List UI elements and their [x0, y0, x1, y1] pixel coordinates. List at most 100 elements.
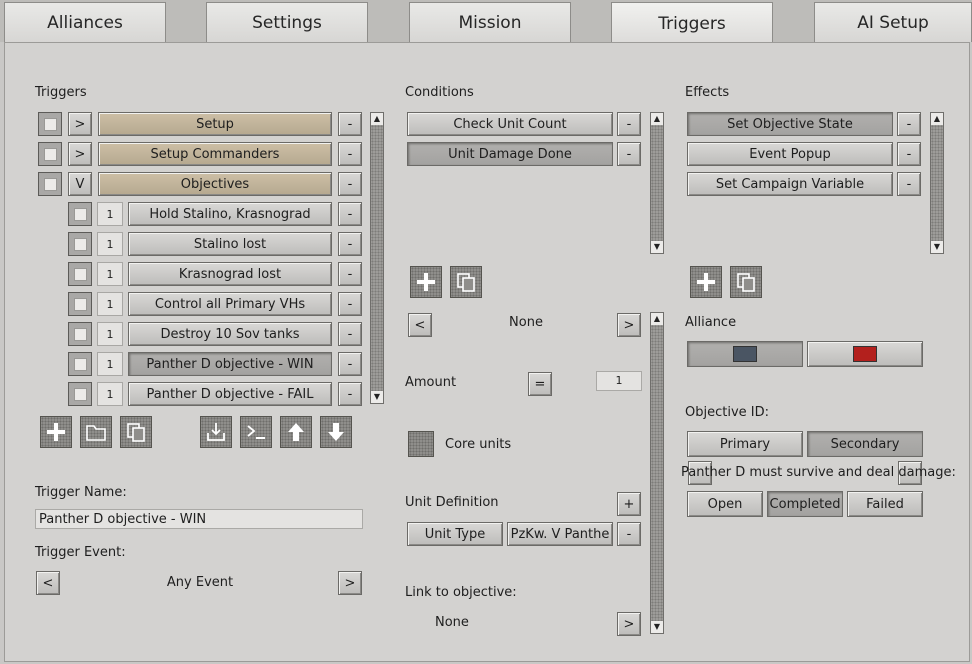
- alliance-axis-button[interactable]: [687, 341, 803, 367]
- condition-details-scrollbar[interactable]: ▲ ▼: [650, 312, 664, 634]
- move-up-button[interactable]: [280, 416, 312, 448]
- unit-type-button[interactable]: Unit Type: [407, 522, 503, 546]
- effect-item[interactable]: Set Campaign Variable: [687, 172, 893, 196]
- effects-scrollbar[interactable]: ▲ ▼: [930, 112, 944, 254]
- arrow-up-icon: [288, 423, 304, 441]
- remove-effect-button[interactable]: -: [897, 142, 921, 166]
- scroll-up-icon[interactable]: ▲: [651, 313, 663, 325]
- trigger-checkbox[interactable]: [38, 142, 62, 166]
- scroll-down-icon[interactable]: ▼: [651, 621, 663, 633]
- trigger-item[interactable]: Stalino lost: [128, 232, 332, 256]
- trigger-folder-objectives[interactable]: Objectives: [98, 172, 332, 196]
- conditions-scrollbar[interactable]: ▲ ▼: [650, 112, 664, 254]
- remove-trigger-button[interactable]: -: [338, 322, 362, 346]
- secondary-objective-button[interactable]: Secondary: [807, 431, 923, 457]
- state-failed-button[interactable]: Failed: [847, 491, 923, 517]
- trigger-item[interactable]: Panther D objective - FAIL: [128, 382, 332, 406]
- link-objective-next-button[interactable]: >: [617, 612, 641, 636]
- remove-trigger-button[interactable]: -: [338, 112, 362, 136]
- remove-trigger-button[interactable]: -: [338, 262, 362, 286]
- trigger-item[interactable]: Hold Stalino, Krasnograd: [128, 202, 332, 226]
- amount-input[interactable]: 1: [596, 371, 642, 391]
- add-unit-definition-button[interactable]: +: [617, 492, 641, 516]
- condition-item-selected[interactable]: Unit Damage Done: [407, 142, 613, 166]
- trigger-item[interactable]: Control all Primary VHs: [128, 292, 332, 316]
- effect-item[interactable]: Event Popup: [687, 142, 893, 166]
- trigger-checkbox[interactable]: [68, 352, 92, 376]
- state-open-button[interactable]: Open: [687, 491, 763, 517]
- tab-mission[interactable]: Mission: [409, 2, 571, 42]
- add-effect-button[interactable]: [690, 266, 722, 298]
- condition-selector-prev-button[interactable]: <: [408, 313, 432, 337]
- remove-trigger-button[interactable]: -: [338, 292, 362, 316]
- primary-objective-button[interactable]: Primary: [687, 431, 803, 457]
- add-condition-button[interactable]: [410, 266, 442, 298]
- trigger-checkbox[interactable]: [68, 322, 92, 346]
- trigger-checkbox[interactable]: [38, 172, 62, 196]
- tab-settings[interactable]: Settings: [206, 2, 368, 42]
- effects-title: Effects: [685, 85, 730, 100]
- remove-trigger-button[interactable]: -: [338, 232, 362, 256]
- terminal-icon: [247, 425, 265, 439]
- state-completed-button[interactable]: Completed: [767, 491, 843, 517]
- trigger-event-label: Trigger Event:: [35, 545, 126, 560]
- scroll-down-icon[interactable]: ▼: [651, 241, 663, 253]
- scroll-down-icon[interactable]: ▼: [371, 391, 383, 403]
- alliance-allies-button[interactable]: [807, 341, 923, 367]
- expand-toggle[interactable]: >: [68, 112, 92, 136]
- plus-icon: [697, 273, 715, 291]
- scroll-up-icon[interactable]: ▲: [651, 113, 663, 125]
- scroll-up-icon[interactable]: ▲: [371, 113, 383, 125]
- tab-ai-setup[interactable]: AI Setup: [814, 2, 972, 42]
- trigger-checkbox[interactable]: [68, 262, 92, 286]
- trigger-checkbox[interactable]: [68, 202, 92, 226]
- trigger-event-prev-button[interactable]: <: [36, 571, 60, 595]
- trigger-item[interactable]: Destroy 10 Sov tanks: [128, 322, 332, 346]
- move-down-button[interactable]: [320, 416, 352, 448]
- remove-trigger-button[interactable]: -: [338, 352, 362, 376]
- trigger-item[interactable]: Krasnograd lost: [128, 262, 332, 286]
- trigger-checkbox[interactable]: [68, 232, 92, 256]
- scroll-up-icon[interactable]: ▲: [931, 113, 943, 125]
- collapse-toggle[interactable]: V: [68, 172, 92, 196]
- trigger-folder-setup-commanders[interactable]: Setup Commanders: [98, 142, 332, 166]
- import-trigger-button[interactable]: [200, 416, 232, 448]
- remove-effect-button[interactable]: -: [897, 112, 921, 136]
- effect-item-selected[interactable]: Set Objective State: [687, 112, 893, 136]
- copy-effect-button[interactable]: [730, 266, 762, 298]
- remove-trigger-button[interactable]: -: [338, 202, 362, 226]
- trigger-checkbox[interactable]: [68, 382, 92, 406]
- remove-condition-button[interactable]: -: [617, 142, 641, 166]
- tab-bar: Alliances Settings Mission Triggers AI S…: [0, 0, 972, 44]
- remove-trigger-button[interactable]: -: [338, 382, 362, 406]
- scroll-down-icon[interactable]: ▼: [931, 241, 943, 253]
- remove-unit-definition-button[interactable]: -: [617, 522, 641, 546]
- core-units-checkbox[interactable]: [408, 431, 434, 457]
- copy-trigger-button[interactable]: [120, 416, 152, 448]
- add-trigger-button[interactable]: [40, 416, 72, 448]
- remove-condition-button[interactable]: -: [617, 112, 641, 136]
- remove-trigger-button[interactable]: -: [338, 172, 362, 196]
- trigger-checkbox[interactable]: [38, 112, 62, 136]
- triggers-title: Triggers: [35, 85, 87, 100]
- trigger-folder-setup[interactable]: Setup: [98, 112, 332, 136]
- tab-triggers[interactable]: Triggers: [611, 2, 773, 44]
- arrow-down-icon: [328, 423, 344, 441]
- unit-type-value[interactable]: PzKw. V Panthe: [507, 522, 613, 546]
- trigger-event-next-button[interactable]: >: [338, 571, 362, 595]
- condition-item[interactable]: Check Unit Count: [407, 112, 613, 136]
- trigger-item-selected[interactable]: Panther D objective - WIN: [128, 352, 332, 376]
- link-objective-value: None: [435, 615, 469, 630]
- trigger-name-input[interactable]: Panther D objective - WIN: [35, 509, 363, 529]
- trigger-checkbox[interactable]: [68, 292, 92, 316]
- amount-operator-button[interactable]: =: [528, 372, 552, 396]
- console-button[interactable]: [240, 416, 272, 448]
- remove-trigger-button[interactable]: -: [338, 142, 362, 166]
- expand-toggle[interactable]: >: [68, 142, 92, 166]
- tab-alliances[interactable]: Alliances: [4, 2, 166, 42]
- add-folder-button[interactable]: [80, 416, 112, 448]
- copy-condition-button[interactable]: [450, 266, 482, 298]
- remove-effect-button[interactable]: -: [897, 172, 921, 196]
- triggers-scrollbar[interactable]: ▲ ▼: [370, 112, 384, 404]
- condition-selector-next-button[interactable]: >: [617, 313, 641, 337]
